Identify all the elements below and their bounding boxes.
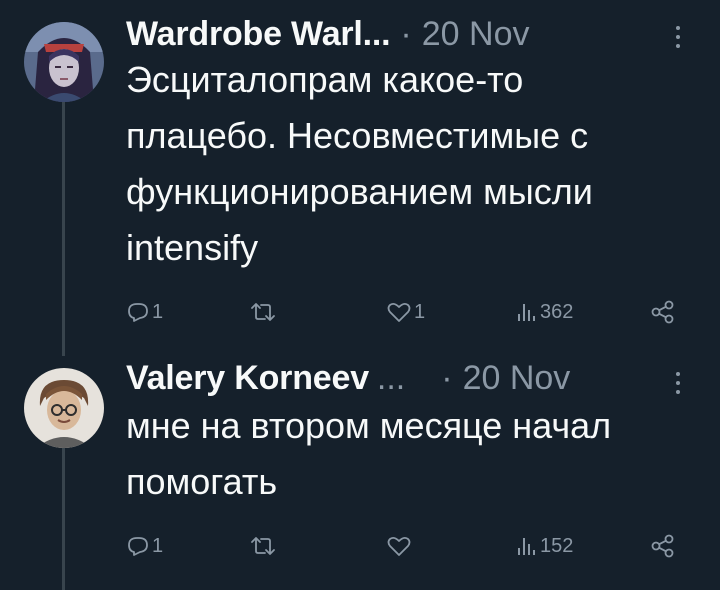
repost-icon — [251, 537, 275, 555]
like-icon — [387, 302, 411, 322]
like-icon — [387, 536, 411, 556]
more-options-button[interactable] — [668, 22, 688, 52]
more-options-button[interactable] — [668, 368, 688, 398]
share-icon — [651, 534, 674, 558]
tweet-text-line: плацебо. Несовместимые с — [126, 115, 589, 156]
tweet-date[interactable]: 20 Nov — [463, 359, 571, 398]
like-button[interactable] — [386, 526, 412, 566]
tweet-text-line: Эсциталопрам какое-то — [126, 59, 524, 100]
thread-connector-line — [62, 100, 65, 356]
avatar[interactable] — [24, 22, 104, 102]
avatar-image — [24, 22, 104, 102]
views-button[interactable]: 362 — [516, 292, 573, 332]
conversation-thread: Wardrobe Warl... · 20 Nov Эсциталопрам к… — [0, 0, 720, 590]
tweet-date[interactable]: 20 Nov — [422, 15, 530, 54]
views-icon — [518, 538, 535, 555]
repost-button[interactable] — [250, 292, 276, 332]
author-name[interactable]: Valery Korneev — [126, 359, 369, 398]
like-count: 1 — [414, 300, 426, 323]
author-name[interactable]: Wardrobe Warl... — [126, 15, 391, 54]
separator-dot: · — [400, 14, 412, 53]
repost-icon — [251, 303, 275, 321]
more-icon — [676, 372, 680, 376]
views-icon — [518, 304, 535, 321]
more-icon — [676, 26, 680, 30]
tweet-header: Wardrobe Warl... · 20 Nov — [126, 14, 626, 54]
views-count: 152 — [540, 534, 574, 557]
reply-count: 1 — [152, 534, 164, 557]
share-icon — [651, 300, 674, 324]
repost-button[interactable] — [250, 526, 276, 566]
views-count: 362 — [540, 300, 574, 323]
tweet-actions: 1 152 — [120, 526, 690, 566]
tweet-text: мне на втором месяце начал помогать — [126, 398, 706, 510]
tweet-text: Эсциталопрам какое-то плацебо. Несовмест… — [126, 52, 706, 276]
tweet-text-line: мне на втором месяце начал — [126, 405, 612, 446]
reply-button[interactable]: 1 — [126, 526, 163, 566]
share-button[interactable] — [650, 292, 676, 332]
avatar-image — [24, 368, 104, 448]
tweet-text-line: intensify — [126, 227, 259, 268]
like-button[interactable]: 1 — [386, 292, 425, 332]
avatar[interactable] — [24, 368, 104, 448]
tweet-text-line: функционированием мысли — [126, 171, 593, 212]
reply-button[interactable]: 1 — [126, 292, 163, 332]
reply-count: 1 — [152, 300, 164, 323]
thread-connector-line — [62, 448, 65, 590]
author-ellipsis: ... — [376, 358, 406, 397]
tweet-actions: 1 1 362 — [120, 292, 690, 332]
reply-icon — [128, 537, 148, 556]
separator-dot: · — [441, 358, 453, 397]
tweet-header: Valery Korneev ... · 20 Nov — [126, 358, 656, 398]
reply-icon — [128, 303, 148, 322]
share-button[interactable] — [650, 526, 676, 566]
tweet-text-line: помогать — [126, 461, 278, 502]
views-button[interactable]: 152 — [516, 526, 573, 566]
